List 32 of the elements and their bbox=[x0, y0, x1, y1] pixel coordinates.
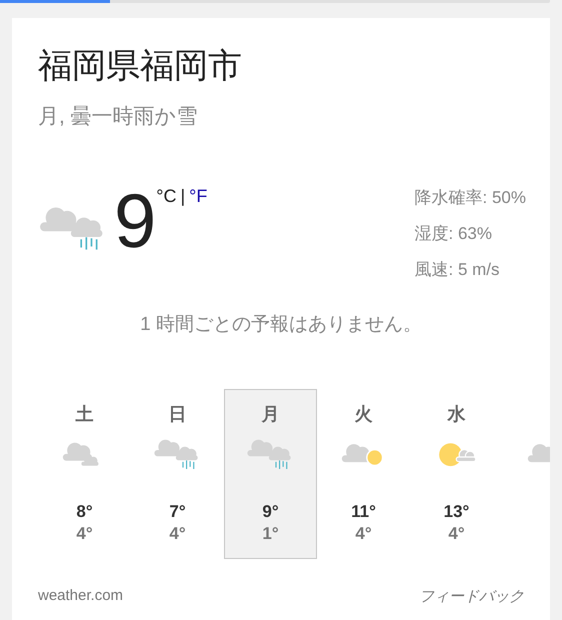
detail-text: 風速: 5 m/s bbox=[414, 259, 501, 281]
feedback-link[interactable]: フィードバック bbox=[419, 587, 524, 606]
hourly-message: 1 時間ごとの予報はありません。 bbox=[139, 313, 423, 337]
high-temp: 8° bbox=[76, 502, 93, 521]
unit-toggle[interactable]: °C bbox=[156, 186, 176, 207]
source-link[interactable]: weather.com bbox=[38, 587, 124, 606]
day-label: 水 bbox=[448, 404, 466, 424]
unit-toggle[interactable]: °F bbox=[189, 186, 208, 207]
low-temp: 4° bbox=[76, 524, 93, 543]
day-label: 月 bbox=[262, 404, 280, 424]
day-forecast[interactable]: 月 9° 1° bbox=[224, 389, 317, 559]
low-temp: 4° bbox=[355, 524, 372, 543]
detail-text: 湿度: 63% bbox=[414, 223, 493, 245]
day-forecast[interactable]: 火 11° 4° bbox=[317, 389, 410, 559]
day-label: 土 bbox=[76, 404, 94, 424]
low-temp: 4° bbox=[169, 524, 186, 543]
high-temp: 13° bbox=[444, 502, 470, 521]
high-temp: 7° bbox=[169, 502, 186, 521]
day-forecast[interactable]: 土 8° 4° bbox=[38, 389, 131, 559]
condition-text: 月, 曇一時雨か雪 bbox=[38, 104, 199, 130]
location-title: 福岡県福岡市 bbox=[38, 46, 243, 87]
detail-text: 降水確率: 50% bbox=[414, 187, 526, 209]
high-temp: 11° bbox=[351, 502, 376, 521]
low-temp: 1° bbox=[262, 524, 279, 543]
high-temp: 9° bbox=[262, 502, 279, 521]
day-label: 日 bbox=[168, 404, 186, 424]
temperature: 9 bbox=[114, 184, 156, 260]
unit-separator: | bbox=[180, 186, 186, 207]
day-label: 火 bbox=[354, 404, 372, 424]
day-forecast[interactable]: 日 7° 4° bbox=[131, 389, 224, 559]
low-temp: 4° bbox=[448, 524, 465, 543]
day-forecast[interactable]: 水 13° 4° bbox=[410, 389, 503, 559]
